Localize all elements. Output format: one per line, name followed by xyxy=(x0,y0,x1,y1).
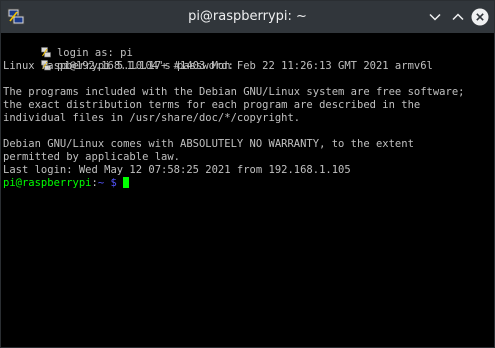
terminal-line: Linux raspberrypi 5.10.17+ #1403 Mon Feb… xyxy=(3,60,433,72)
shell-prompt[interactable]: pi@raspberrypi:~ $ xyxy=(3,177,130,190)
terminal-output[interactable]: login as: pi pi@192.168.1.104's password… xyxy=(1,33,494,347)
terminal-line: permitted by applicable law. xyxy=(3,151,181,163)
prompt-user-host: pi@raspberrypi xyxy=(3,177,92,189)
close-icon[interactable] xyxy=(471,8,489,26)
terminal-line: Last login: Wed May 12 07:58:25 2021 fro… xyxy=(3,164,351,176)
terminal-line: Debian GNU/Linux comes with ABSOLUTELY N… xyxy=(3,138,414,150)
terminal-line: login as: pi xyxy=(3,34,133,59)
title-bar[interactable]: pi@raspberrypi: ~ xyxy=(1,1,494,33)
terminal-line: the exact distribution terms for each pr… xyxy=(3,99,421,111)
prompt-path: ~ xyxy=(97,177,105,189)
chevron-down-icon[interactable] xyxy=(426,8,444,26)
chevron-up-icon[interactable] xyxy=(449,8,467,26)
terminal-line: individual files in /usr/share/doc/*/cop… xyxy=(3,112,301,124)
terminal-window: pi@raspberrypi: ~ login as: pi pi@192.16… xyxy=(0,0,495,348)
terminal-line: The programs included with the Debian GN… xyxy=(3,86,465,98)
terminal-line: pi@192.168.1.104's password: xyxy=(3,47,234,72)
prompt-symbol: $ xyxy=(110,177,117,189)
putty-terminal-icon[interactable] xyxy=(7,8,25,25)
window-title: pi@raspberrypi: ~ xyxy=(188,9,307,24)
text-cursor xyxy=(123,177,130,188)
